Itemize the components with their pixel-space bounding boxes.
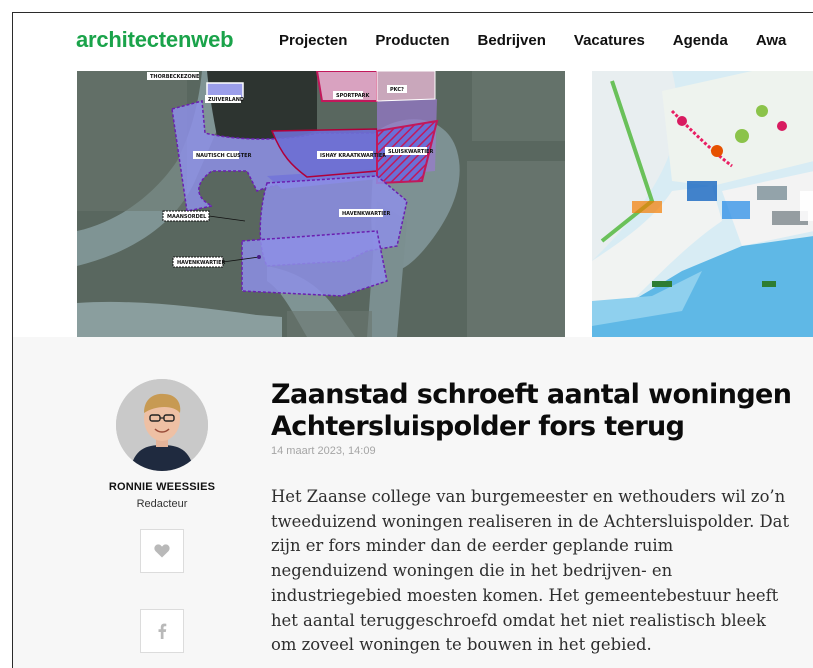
aerial-map-illustration: THORBECKEZONE ZUIVERLAND SPORTPARK PKC? … — [77, 71, 565, 337]
article-section: RONNIE WEESSIES Redacteur Zaanstad schro… — [13, 337, 813, 668]
map-label-pkc: PKC? — [390, 87, 404, 93]
map-label-maansordel: MAANSORDEL — [167, 214, 207, 220]
facebook-icon — [158, 623, 167, 639]
nav-awards[interactable]: Awa — [756, 32, 787, 49]
masterplan-illustration — [592, 71, 813, 337]
heart-icon — [154, 544, 170, 558]
map-label-zuiverland: ZUIVERLAND — [208, 97, 244, 103]
nav-vacatures[interactable]: Vacatures — [574, 32, 645, 49]
map-label-nautisch-cluster: NAUTISCH CLUSTER — [196, 153, 252, 159]
map-label-sluiskwartier: SLUISKWARTIER — [388, 149, 433, 155]
gallery-image-masterplan[interactable] — [592, 71, 813, 337]
author-role: Redacteur — [136, 498, 188, 510]
nav-projecten[interactable]: Projecten — [279, 32, 347, 49]
page-frame: architectenweb Projecten Producten Bedri… — [12, 12, 813, 668]
nav-producten[interactable]: Producten — [375, 32, 449, 49]
author-name[interactable]: RONNIE WEESSIES — [73, 481, 251, 493]
author-photo — [116, 379, 208, 471]
article-date: 14 maart 2023, 14:09 — [271, 445, 376, 457]
like-button[interactable] — [140, 529, 184, 573]
nav-bedrijven[interactable]: Bedrijven — [478, 32, 546, 49]
map-label-havenkwartier-zone: HAVENKWARTIER — [342, 211, 391, 217]
map-label-havenkwartier: HAVENKWARTIER — [177, 260, 226, 266]
article-title: Zaanstad schroeft aantal woningen Achter… — [271, 379, 792, 442]
author-avatar[interactable] — [116, 379, 208, 471]
gallery-image-map[interactable]: THORBECKEZONE ZUIVERLAND SPORTPARK PKC? … — [77, 71, 565, 337]
map-label-ishay-kraatkwartier: ISHAY KRAATKWARTIER — [320, 153, 386, 159]
hero-gallery: THORBECKEZONE ZUIVERLAND SPORTPARK PKC? … — [13, 71, 813, 337]
facebook-share-button[interactable] — [140, 609, 184, 653]
site-logo[interactable]: architectenweb — [76, 27, 234, 53]
map-label-thorbeckezone: THORBECKEZONE — [150, 74, 200, 80]
nav-agenda[interactable]: Agenda — [673, 32, 728, 49]
main-nav: Projecten Producten Bedrijven Vacatures … — [279, 32, 813, 49]
article-body: Het Zaanse college van burgemeester en w… — [271, 487, 790, 655]
map-label-sportpark: SPORTPARK — [336, 93, 370, 99]
site-header: architectenweb Projecten Producten Bedri… — [13, 13, 813, 71]
